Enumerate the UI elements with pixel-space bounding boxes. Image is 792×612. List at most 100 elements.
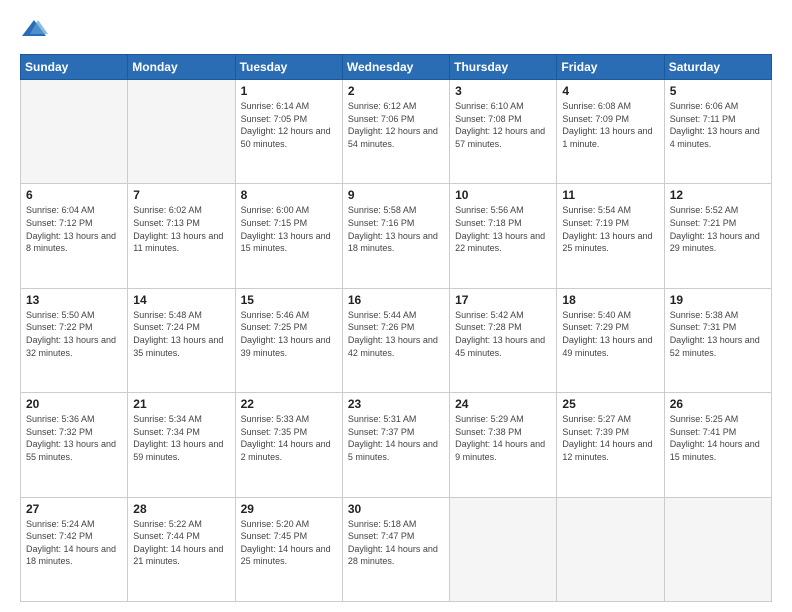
calendar-cell: 11Sunrise: 5:54 AM Sunset: 7:19 PM Dayli… bbox=[557, 184, 664, 288]
day-info: Sunrise: 5:22 AM Sunset: 7:44 PM Dayligh… bbox=[133, 518, 229, 568]
day-number: 29 bbox=[241, 502, 337, 516]
page: SundayMondayTuesdayWednesdayThursdayFrid… bbox=[0, 0, 792, 612]
calendar-cell: 9 Sunrise: 5:58 AM Sunset: 7:16 PM Daylig… bbox=[342, 184, 449, 288]
logo-icon bbox=[20, 16, 48, 44]
day-info: Sunrise: 5:25 AM Sunset: 7:41 PM Dayligh… bbox=[670, 413, 766, 463]
day-number: 23 bbox=[348, 397, 444, 411]
calendar-week-1: 1 Sunrise: 6:14 AM Sunset: 7:05 PM Daylig… bbox=[21, 80, 772, 184]
calendar-cell: 1 Sunrise: 6:14 AM Sunset: 7:05 PM Daylig… bbox=[235, 80, 342, 184]
day-info: Sunrise: 5:42 AM Sunset: 7:28 PM Dayligh… bbox=[455, 309, 551, 359]
day-number: 17 bbox=[455, 293, 551, 307]
day-number: 9 bbox=[348, 188, 444, 202]
day-number: 1 bbox=[241, 84, 337, 98]
day-info: Sunrise: 5:36 AM Sunset: 7:32 PM Dayligh… bbox=[26, 413, 122, 463]
day-number: 8 bbox=[241, 188, 337, 202]
calendar-header-sunday: Sunday bbox=[21, 55, 128, 80]
calendar-cell: 29 Sunrise: 5:20 AM Sunset: 7:45 PM Dayli… bbox=[235, 497, 342, 601]
day-info: Sunrise: 6:08 AM Sunset: 7:09 PM Dayligh… bbox=[562, 100, 658, 150]
calendar-cell: 21 Sunrise: 5:34 AM Sunset: 7:34 PM Dayli… bbox=[128, 393, 235, 497]
day-info: Sunrise: 5:48 AM Sunset: 7:24 PM Dayligh… bbox=[133, 309, 229, 359]
day-info: Sunrise: 5:31 AM Sunset: 7:37 PM Dayligh… bbox=[348, 413, 444, 463]
calendar-cell: 20 Sunrise: 5:36 AM Sunset: 7:32 PM Dayli… bbox=[21, 393, 128, 497]
day-info: Sunrise: 5:44 AM Sunset: 7:26 PM Dayligh… bbox=[348, 309, 444, 359]
calendar-week-3: 13Sunrise: 5:50 AM Sunset: 7:22 PM Dayli… bbox=[21, 288, 772, 392]
day-info: Sunrise: 6:10 AM Sunset: 7:08 PM Dayligh… bbox=[455, 100, 551, 150]
header bbox=[20, 16, 772, 44]
calendar-header-tuesday: Tuesday bbox=[235, 55, 342, 80]
calendar-cell: 4Sunrise: 6:08 AM Sunset: 7:09 PM Daylig… bbox=[557, 80, 664, 184]
calendar-cell: 5 Sunrise: 6:06 AM Sunset: 7:11 PM Daylig… bbox=[664, 80, 771, 184]
calendar-week-5: 27Sunrise: 5:24 AM Sunset: 7:42 PM Dayli… bbox=[21, 497, 772, 601]
calendar-cell: 12 Sunrise: 5:52 AM Sunset: 7:21 PM Dayli… bbox=[664, 184, 771, 288]
calendar-cell bbox=[450, 497, 557, 601]
day-number: 12 bbox=[670, 188, 766, 202]
calendar-cell: 18Sunrise: 5:40 AM Sunset: 7:29 PM Dayli… bbox=[557, 288, 664, 392]
calendar-cell: 23 Sunrise: 5:31 AM Sunset: 7:37 PM Dayli… bbox=[342, 393, 449, 497]
calendar-cell: 30 Sunrise: 5:18 AM Sunset: 7:47 PM Dayli… bbox=[342, 497, 449, 601]
calendar-header-thursday: Thursday bbox=[450, 55, 557, 80]
calendar-cell: 15 Sunrise: 5:46 AM Sunset: 7:25 PM Dayli… bbox=[235, 288, 342, 392]
calendar-header-row: SundayMondayTuesdayWednesdayThursdayFrid… bbox=[21, 55, 772, 80]
day-info: Sunrise: 5:56 AM Sunset: 7:18 PM Dayligh… bbox=[455, 204, 551, 254]
day-info: Sunrise: 6:12 AM Sunset: 7:06 PM Dayligh… bbox=[348, 100, 444, 150]
calendar-cell: 13Sunrise: 5:50 AM Sunset: 7:22 PM Dayli… bbox=[21, 288, 128, 392]
day-info: Sunrise: 6:14 AM Sunset: 7:05 PM Dayligh… bbox=[241, 100, 337, 150]
day-number: 14 bbox=[133, 293, 229, 307]
calendar-header-monday: Monday bbox=[128, 55, 235, 80]
calendar-cell: 2 Sunrise: 6:12 AM Sunset: 7:06 PM Daylig… bbox=[342, 80, 449, 184]
calendar-cell bbox=[664, 497, 771, 601]
calendar-table: SundayMondayTuesdayWednesdayThursdayFrid… bbox=[20, 54, 772, 602]
day-number: 10 bbox=[455, 188, 551, 202]
calendar-cell: 3 Sunrise: 6:10 AM Sunset: 7:08 PM Daylig… bbox=[450, 80, 557, 184]
day-info: Sunrise: 5:29 AM Sunset: 7:38 PM Dayligh… bbox=[455, 413, 551, 463]
day-number: 16 bbox=[348, 293, 444, 307]
day-number: 20 bbox=[26, 397, 122, 411]
calendar-cell: 17 Sunrise: 5:42 AM Sunset: 7:28 PM Dayli… bbox=[450, 288, 557, 392]
day-info: Sunrise: 5:46 AM Sunset: 7:25 PM Dayligh… bbox=[241, 309, 337, 359]
day-info: Sunrise: 6:06 AM Sunset: 7:11 PM Dayligh… bbox=[670, 100, 766, 150]
day-info: Sunrise: 6:02 AM Sunset: 7:13 PM Dayligh… bbox=[133, 204, 229, 254]
day-info: Sunrise: 5:40 AM Sunset: 7:29 PM Dayligh… bbox=[562, 309, 658, 359]
day-number: 25 bbox=[562, 397, 658, 411]
calendar-cell: 28 Sunrise: 5:22 AM Sunset: 7:44 PM Dayli… bbox=[128, 497, 235, 601]
day-number: 26 bbox=[670, 397, 766, 411]
day-info: Sunrise: 5:50 AM Sunset: 7:22 PM Dayligh… bbox=[26, 309, 122, 359]
calendar-cell: 16 Sunrise: 5:44 AM Sunset: 7:26 PM Dayli… bbox=[342, 288, 449, 392]
calendar-cell: 27Sunrise: 5:24 AM Sunset: 7:42 PM Dayli… bbox=[21, 497, 128, 601]
day-number: 3 bbox=[455, 84, 551, 98]
calendar-cell: 19Sunrise: 5:38 AM Sunset: 7:31 PM Dayli… bbox=[664, 288, 771, 392]
calendar-week-4: 20 Sunrise: 5:36 AM Sunset: 7:32 PM Dayli… bbox=[21, 393, 772, 497]
calendar-header-saturday: Saturday bbox=[664, 55, 771, 80]
day-info: Sunrise: 5:34 AM Sunset: 7:34 PM Dayligh… bbox=[133, 413, 229, 463]
day-info: Sunrise: 5:58 AM Sunset: 7:16 PM Dayligh… bbox=[348, 204, 444, 254]
day-info: Sunrise: 5:20 AM Sunset: 7:45 PM Dayligh… bbox=[241, 518, 337, 568]
day-info: Sunrise: 5:33 AM Sunset: 7:35 PM Dayligh… bbox=[241, 413, 337, 463]
day-info: Sunrise: 5:52 AM Sunset: 7:21 PM Dayligh… bbox=[670, 204, 766, 254]
calendar-cell bbox=[21, 80, 128, 184]
day-number: 5 bbox=[670, 84, 766, 98]
calendar-cell: 26 Sunrise: 5:25 AM Sunset: 7:41 PM Dayli… bbox=[664, 393, 771, 497]
day-number: 2 bbox=[348, 84, 444, 98]
day-info: Sunrise: 5:27 AM Sunset: 7:39 PM Dayligh… bbox=[562, 413, 658, 463]
day-number: 24 bbox=[455, 397, 551, 411]
day-number: 21 bbox=[133, 397, 229, 411]
day-number: 30 bbox=[348, 502, 444, 516]
day-info: Sunrise: 6:00 AM Sunset: 7:15 PM Dayligh… bbox=[241, 204, 337, 254]
calendar-cell: 10 Sunrise: 5:56 AM Sunset: 7:18 PM Dayli… bbox=[450, 184, 557, 288]
calendar-cell: 6Sunrise: 6:04 AM Sunset: 7:12 PM Daylig… bbox=[21, 184, 128, 288]
day-info: Sunrise: 5:54 AM Sunset: 7:19 PM Dayligh… bbox=[562, 204, 658, 254]
logo bbox=[20, 16, 52, 44]
day-info: Sunrise: 5:18 AM Sunset: 7:47 PM Dayligh… bbox=[348, 518, 444, 568]
calendar-cell: 8 Sunrise: 6:00 AM Sunset: 7:15 PM Daylig… bbox=[235, 184, 342, 288]
day-number: 22 bbox=[241, 397, 337, 411]
calendar-week-2: 6Sunrise: 6:04 AM Sunset: 7:12 PM Daylig… bbox=[21, 184, 772, 288]
calendar-cell: 14 Sunrise: 5:48 AM Sunset: 7:24 PM Dayli… bbox=[128, 288, 235, 392]
calendar-cell: 7Sunrise: 6:02 AM Sunset: 7:13 PM Daylig… bbox=[128, 184, 235, 288]
calendar-header-wednesday: Wednesday bbox=[342, 55, 449, 80]
calendar-cell bbox=[557, 497, 664, 601]
calendar-cell: 25 Sunrise: 5:27 AM Sunset: 7:39 PM Dayli… bbox=[557, 393, 664, 497]
day-info: Sunrise: 5:24 AM Sunset: 7:42 PM Dayligh… bbox=[26, 518, 122, 568]
day-number: 28 bbox=[133, 502, 229, 516]
calendar-cell: 24 Sunrise: 5:29 AM Sunset: 7:38 PM Dayli… bbox=[450, 393, 557, 497]
day-number: 15 bbox=[241, 293, 337, 307]
